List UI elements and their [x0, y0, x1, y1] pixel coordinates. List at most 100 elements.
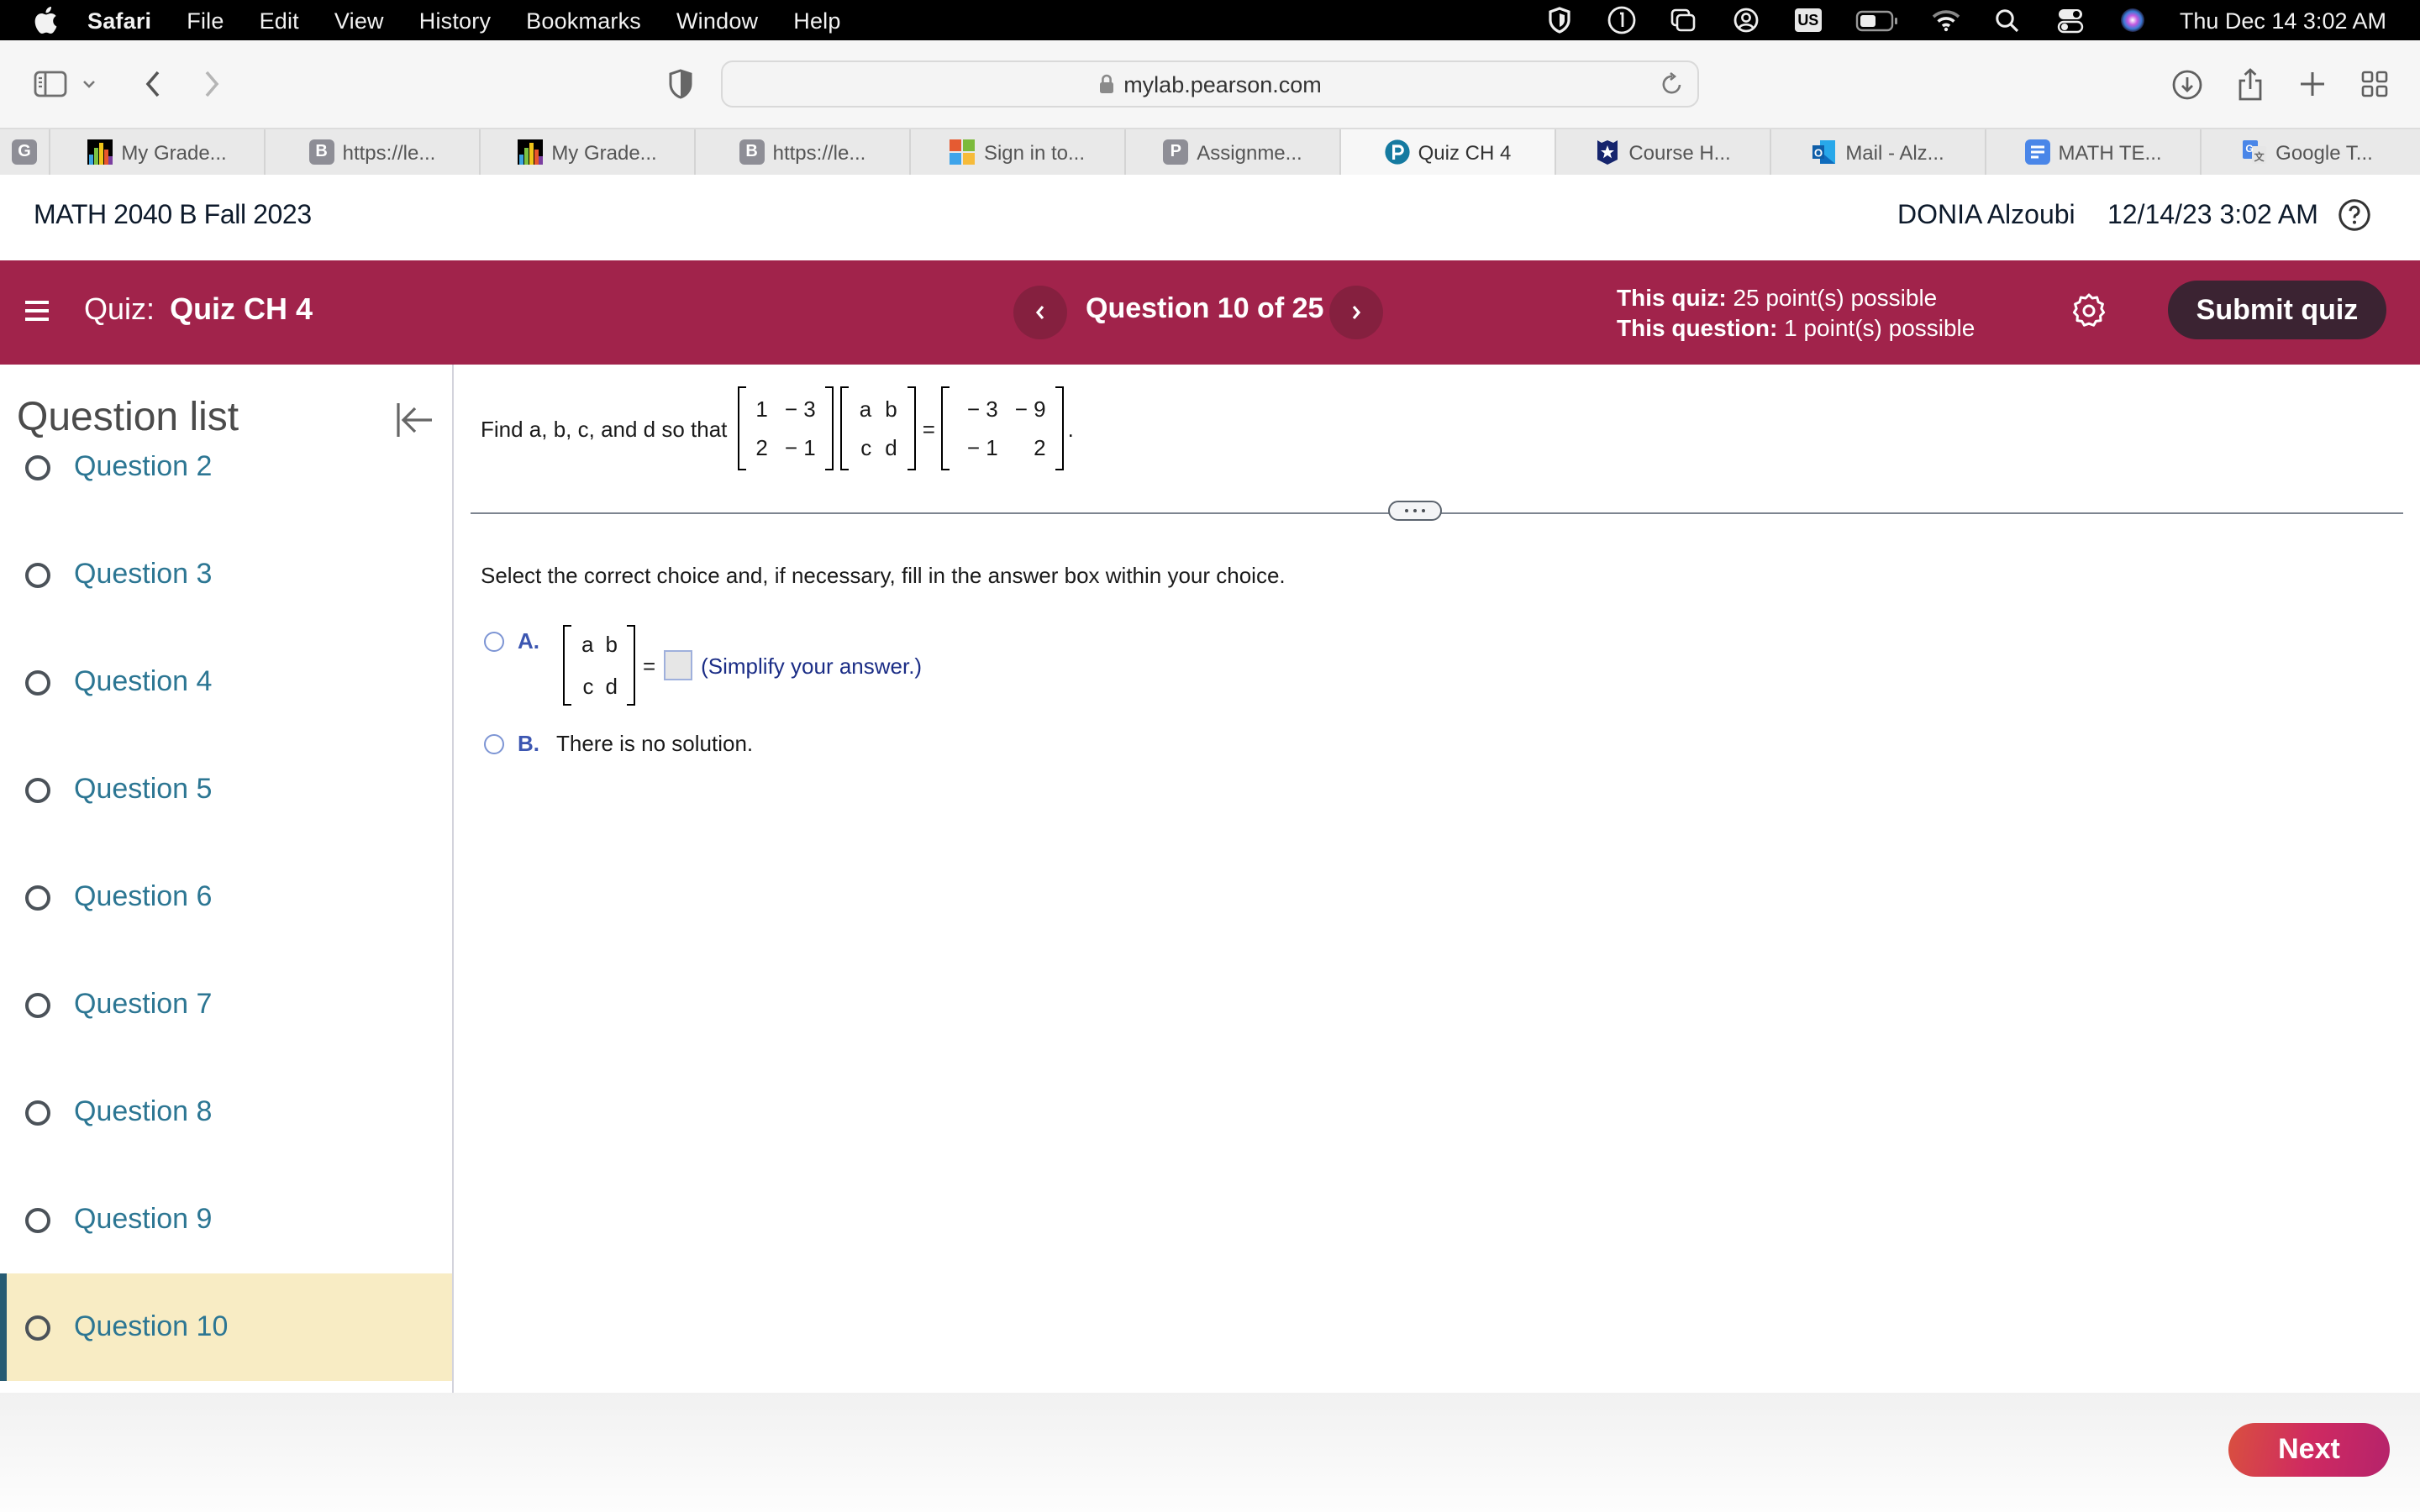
question-list-item-6[interactable]: Question 6	[0, 843, 452, 951]
battery-icon[interactable]	[1855, 5, 1899, 35]
pearson-favicon-icon	[1385, 139, 1410, 165]
user-account-icon[interactable]	[1731, 5, 1761, 35]
input-source-icon[interactable]: US	[1793, 5, 1823, 35]
reload-icon[interactable]	[1660, 71, 1684, 97]
question-list-item-5[interactable]: Question 5	[0, 736, 452, 843]
question-list-item-4[interactable]: Question 4	[0, 628, 452, 736]
left-bracket	[840, 386, 850, 470]
tab-overview-icon[interactable]	[2354, 64, 2395, 104]
question-label: Question 10	[74, 1310, 229, 1342]
choice-b[interactable]: B. There is no solution.	[484, 731, 753, 756]
tab-pinned-g[interactable]: G	[0, 129, 50, 175]
matrix-cell: 2	[1034, 435, 1046, 460]
next-question-button[interactable]	[1329, 286, 1383, 339]
menu-window[interactable]: Window	[676, 8, 758, 33]
new-tab-plus-icon[interactable]	[2292, 64, 2333, 104]
tab-sign-in[interactable]: Sign in to...	[911, 129, 1126, 175]
matrix-cell: d	[885, 435, 897, 460]
quiz-points-label: This quiz:	[1617, 284, 1727, 311]
right-bracket	[627, 625, 636, 706]
divider-resize-handle[interactable]	[1388, 501, 1442, 521]
menu-view[interactable]: View	[334, 8, 384, 33]
one-password-icon[interactable]	[1607, 5, 1637, 35]
back-icon[interactable]	[133, 64, 173, 104]
control-center-icon[interactable]	[2055, 5, 2086, 35]
bar-chart-favicon-icon	[518, 139, 544, 165]
left-bracket	[941, 386, 950, 470]
tab-course-home[interactable]: Course H...	[1556, 129, 1771, 175]
choice-a-radio[interactable]	[484, 632, 504, 652]
question-list: Question 2 Question 3 Question 4 Questio…	[0, 455, 452, 1393]
question-list-item-10-current[interactable]: Question 10	[0, 1273, 452, 1381]
question-list-item-3[interactable]: Question 3	[0, 521, 452, 628]
tab-assignments[interactable]: P Assignme...	[1126, 129, 1341, 175]
b-favicon-icon: B	[308, 139, 334, 165]
tab-math-te[interactable]: MATH TE...	[1986, 129, 2202, 175]
unknown-matrix: a b c d	[840, 386, 916, 470]
tab-google-translate[interactable]: G文 Google T...	[2202, 129, 2413, 175]
tab-my-grades-1[interactable]: My Grade...	[50, 129, 266, 175]
question-label: Question 4	[74, 665, 213, 697]
tab-my-grades-2[interactable]: My Grade...	[481, 129, 696, 175]
siri-icon[interactable]	[2118, 5, 2148, 35]
google-docs-favicon-icon	[2024, 139, 2050, 165]
forward-icon[interactable]	[192, 64, 232, 104]
tab-mail[interactable]: O Mail - Alz...	[1771, 129, 1986, 175]
question-status-circle-icon	[25, 1315, 50, 1340]
equals-sign: =	[642, 653, 656, 678]
svg-text:G: G	[2245, 143, 2253, 155]
question-list-item-2[interactable]: Question 2	[0, 455, 452, 521]
spotlight-search-icon[interactable]	[1993, 5, 2023, 35]
prompt-period: .	[1067, 416, 1074, 441]
vpn-shield-icon[interactable]	[1544, 5, 1575, 35]
menubar-clock[interactable]: Thu Dec 14 3:02 AM	[2180, 8, 2386, 33]
question-list-item-9[interactable]: Question 9	[0, 1166, 452, 1273]
question-list-item-7[interactable]: Question 7	[0, 951, 452, 1058]
share-icon[interactable]	[2230, 64, 2270, 104]
question-status-circle-icon	[25, 992, 50, 1017]
help-icon[interactable]	[2338, 198, 2371, 232]
address-bar[interactable]: mylab.pearson.com	[721, 60, 1699, 108]
privacy-report-shield-icon[interactable]	[660, 64, 701, 104]
matrix-cell: d	[605, 674, 618, 699]
settings-gear-icon[interactable]	[2072, 292, 2106, 329]
tab-bar: G My Grade... B https://le... My Grade..…	[0, 129, 2420, 176]
left-bracket	[737, 386, 746, 470]
previous-question-button[interactable]	[1013, 286, 1067, 339]
question-label: Question 5	[74, 773, 213, 805]
next-button[interactable]: Next	[2228, 1423, 2390, 1477]
menu-safari[interactable]: Safari	[87, 8, 151, 33]
menu-edit[interactable]: Edit	[260, 8, 299, 33]
status-menu-area: US Thu Dec 14 3:02 AM	[1544, 0, 2420, 40]
tab-group-chevron-down-icon[interactable]	[77, 64, 101, 104]
menu-file[interactable]: File	[187, 8, 224, 33]
bottom-navigation-bar: Next	[0, 1393, 2420, 1512]
right-bracket	[1055, 386, 1065, 470]
question-label: Question 2	[74, 455, 213, 482]
downloads-icon[interactable]	[2166, 64, 2207, 104]
menu-help[interactable]: Help	[793, 8, 840, 33]
tab-https-le-1[interactable]: B https://le...	[266, 129, 481, 175]
course-header: MATH 2040 B Fall 2023 DONIA Alzoubi 12/1…	[0, 175, 2420, 260]
menu-bookmarks[interactable]: Bookmarks	[526, 8, 641, 33]
current-date-time: 12/14/23 3:02 AM	[2107, 202, 2318, 230]
choice-a[interactable]: A. a b c d = (Simplify your answer.)	[484, 625, 922, 706]
b-favicon-icon: B	[739, 139, 765, 165]
sidebar-toggle-icon[interactable]	[30, 64, 71, 104]
choice-b-radio[interactable]	[484, 734, 504, 754]
tab-quiz-ch4[interactable]: Quiz CH 4	[1341, 129, 1556, 175]
screen-mirroring-icon[interactable]	[1669, 5, 1699, 35]
submit-quiz-button[interactable]: Submit quiz	[2168, 281, 2386, 339]
question-list-item-8[interactable]: Question 8	[0, 1058, 452, 1166]
apple-menu-icon[interactable]	[34, 7, 57, 34]
answer-input-box[interactable]	[664, 650, 693, 680]
question-status-circle-icon	[25, 777, 50, 802]
tab-label: Assignme...	[1197, 140, 1302, 164]
tab-https-le-2[interactable]: B https://le...	[696, 129, 911, 175]
hamburger-menu-icon[interactable]	[24, 297, 50, 324]
wifi-icon[interactable]	[1931, 5, 1961, 35]
url-text: mylab.pearson.com	[1123, 71, 1322, 97]
menu-history[interactable]: History	[419, 8, 491, 33]
prompt-text: Find a, b, c, and d so that	[481, 416, 728, 441]
collapse-sidebar-icon[interactable]	[395, 400, 435, 440]
